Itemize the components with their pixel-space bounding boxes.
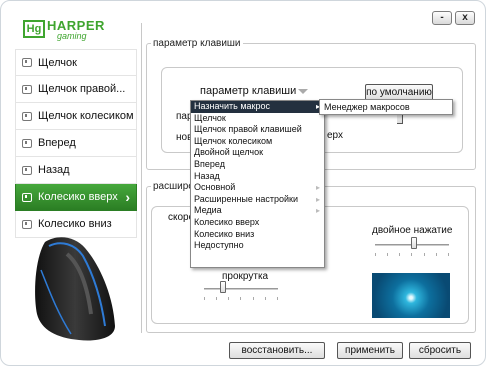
menu-item[interactable]: Медиа ▸ xyxy=(191,205,324,217)
macro-manager-menu-item[interactable]: Менеджер макросов xyxy=(319,99,453,115)
double-click-test-area[interactable] xyxy=(372,273,450,318)
menu-item[interactable]: Щелчок колесиком xyxy=(191,136,324,148)
sidebar: Щелчок Щелчок правой... Щелчок колесиком… xyxy=(15,49,137,238)
menu-item[interactable]: Колесико вниз xyxy=(191,229,324,241)
restore-button[interactable]: восстановить... xyxy=(229,342,325,359)
mouse-button-icon xyxy=(22,192,32,202)
mouse-button-icon xyxy=(22,58,32,67)
menu-item[interactable]: Основной ▸ xyxy=(191,182,324,194)
sidebar-item-label: Щелчок правой... xyxy=(38,83,126,95)
sidebar-item-label: Назад xyxy=(38,164,70,176)
chevron-right-icon: › xyxy=(125,189,130,205)
partial-label: ерх xyxy=(327,130,344,141)
reset-button[interactable]: сбросить xyxy=(409,342,471,359)
menu-item-label: Медиа xyxy=(194,205,222,216)
menu-item[interactable]: Расширенные настройки ▸ xyxy=(191,194,324,206)
divider xyxy=(141,23,142,333)
key-param-combo[interactable]: параметр клавиши xyxy=(190,83,322,101)
slider-ticks xyxy=(204,297,278,301)
combo-value: параметр клавиши xyxy=(200,85,297,97)
minimize-button[interactable]: - xyxy=(432,11,452,25)
menu-item[interactable]: Вперед xyxy=(191,159,324,171)
menu-item-label: Щелчок колесиком xyxy=(194,135,273,146)
title-buttons: - x xyxy=(432,11,475,25)
menu-item-label: Двойной щелчок xyxy=(194,147,264,158)
logo-sub: gaming xyxy=(57,31,87,41)
sidebar-item-label: Колесико вверх xyxy=(38,191,118,203)
submenu-arrow-icon: ▸ xyxy=(315,206,320,216)
dropdown-menu: Назначить макрос ▸ Щелчок Щелчок правой к… xyxy=(190,100,325,268)
menu-item[interactable]: Двойной щелчок xyxy=(191,147,324,159)
sidebar-item-label: Щелчок колесиком xyxy=(38,110,134,122)
mouse-button-icon xyxy=(22,165,32,175)
submenu-arrow-icon: ▸ xyxy=(315,183,320,193)
submenu-arrow-icon: ▸ xyxy=(315,194,320,204)
harper-logo: Hg HARPER gaming xyxy=(23,18,115,50)
mouse-button-icon xyxy=(22,84,32,94)
slider-ticks xyxy=(375,253,449,257)
menu-item[interactable]: Недоступно xyxy=(191,240,324,252)
mouse-button-icon xyxy=(22,219,32,229)
logo-box: Hg xyxy=(23,20,45,38)
double-click-slider[interactable] xyxy=(375,237,449,257)
sidebar-item-label: Колесико вниз xyxy=(38,218,112,230)
slider-thumb[interactable] xyxy=(411,237,417,249)
mouse-button-icon xyxy=(22,111,32,121)
sidebar-item-label: Щелчок xyxy=(38,56,77,69)
sidebar-item-wheel-up[interactable]: Колесико вверх › xyxy=(15,184,137,211)
menu-item-label: Колесико вниз xyxy=(194,228,255,239)
sidebar-item-click[interactable]: Щелчок xyxy=(15,49,137,76)
apply-button[interactable]: применить xyxy=(337,342,403,359)
sidebar-item-right-click[interactable]: Щелчок правой... xyxy=(15,76,137,103)
close-button[interactable]: x xyxy=(455,11,475,25)
slider-thumb[interactable] xyxy=(220,281,226,293)
scroll-slider[interactable] xyxy=(204,281,278,301)
slider-track xyxy=(204,288,278,290)
menu-item[interactable]: Назад xyxy=(191,171,324,183)
menu-item-label: Расширенные настройки xyxy=(194,193,298,204)
key-param-legend: параметр клавиши xyxy=(153,38,241,49)
menu-item[interactable]: Назначить макрос ▸ xyxy=(191,101,324,113)
menu-item-label: Назад xyxy=(194,170,220,181)
menu-item[interactable]: Колесико вверх xyxy=(191,217,324,229)
mouse-image xyxy=(35,237,115,341)
menu-item-label: Колесико вверх xyxy=(194,216,260,227)
sidebar-item-back[interactable]: Назад xyxy=(15,157,137,184)
menu-item-label: Недоступно xyxy=(194,240,244,251)
double-click-label: двойное нажатие xyxy=(372,225,453,236)
menu-item-label: Назначить макрос xyxy=(194,101,270,111)
menu-item[interactable]: Щелчок xyxy=(191,113,324,125)
menu-item-label: Щелчок xyxy=(194,112,226,123)
sidebar-item-forward[interactable]: Вперед xyxy=(15,130,137,157)
app-window: - x Hg HARPER gaming Щелчок Щелчок право… xyxy=(0,0,486,366)
menu-item-label: Основной xyxy=(194,182,236,193)
menu-item[interactable]: Щелчок правой клавишей xyxy=(191,124,324,136)
menu-item-label: Щелчок правой клавишей xyxy=(194,124,302,135)
mouse-button-icon xyxy=(22,138,32,148)
menu-item-label: Вперед xyxy=(194,158,225,169)
chevron-down-icon xyxy=(298,89,308,94)
sidebar-item-wheel-click[interactable]: Щелчок колесиком xyxy=(15,103,137,130)
sidebar-item-label: Вперед xyxy=(38,137,76,149)
